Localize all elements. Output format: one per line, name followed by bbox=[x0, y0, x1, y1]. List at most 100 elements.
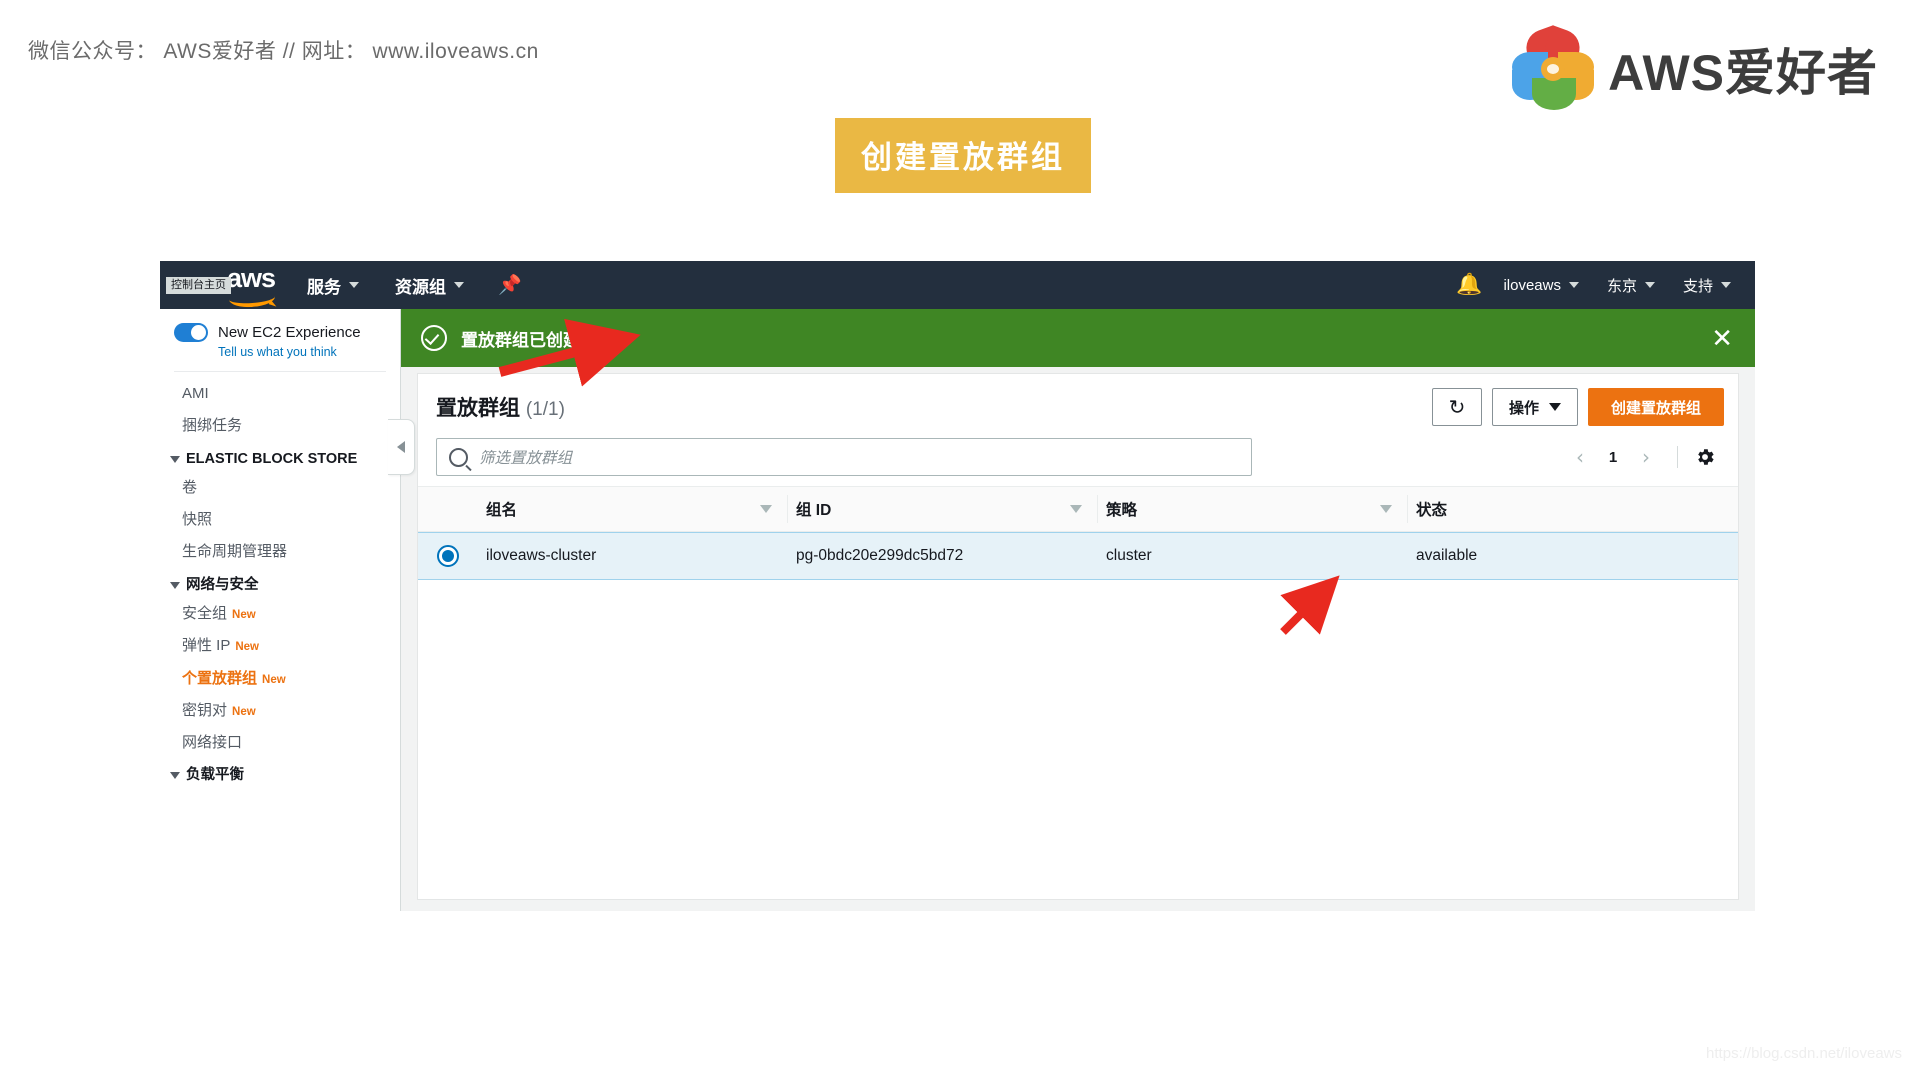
nav-account[interactable]: iloveaws bbox=[1489, 261, 1593, 309]
sidebar-item-8[interactable]: 弹性 IP New bbox=[160, 630, 400, 662]
column-header-1[interactable]: 组 ID bbox=[788, 487, 1098, 531]
refresh-icon: ↻ bbox=[1448, 396, 1466, 419]
watermark: https://blog.csdn.net/iloveaws bbox=[1706, 1045, 1902, 1062]
table-header-row: 组名 组 ID 策略 状态 bbox=[418, 486, 1738, 532]
new-experience-toggle-row[interactable]: New EC2 Experience bbox=[160, 309, 400, 342]
sidebar-group-2[interactable]: ELASTIC BLOCK STORE bbox=[160, 443, 400, 472]
chevron-down-icon bbox=[349, 282, 359, 288]
sidebar-item-list: AMI 捆绑任务 ELASTIC BLOCK STORE 卷快照生命周期管理器网络与安… bbox=[160, 372, 400, 789]
sidebar-item-5[interactable]: 生命周期管理器 bbox=[160, 536, 400, 568]
sidebar-item-label: 安全组 bbox=[182, 605, 228, 623]
chevron-left-icon bbox=[397, 441, 405, 453]
sidebar-group-6[interactable]: 网络与安全 bbox=[160, 569, 400, 598]
nav-region[interactable]: 东京 bbox=[1593, 261, 1669, 309]
sidebar-item-label: 弹性 IP bbox=[182, 637, 231, 655]
sidebar-item-1[interactable]: 捆绑任务 bbox=[160, 410, 400, 442]
aws-smile-icon bbox=[228, 287, 276, 309]
search-placeholder: 筛选置放群组 bbox=[479, 450, 573, 467]
column-header-2[interactable]: 策略 bbox=[1098, 487, 1408, 531]
chevron-down-icon bbox=[170, 581, 180, 589]
placement-groups-panel: 置放群组 (1/1) ↻ 操作 创建置放群组 筛选置放群组 ‹ 1 › 组名 组… bbox=[417, 373, 1739, 900]
sidebar-item-7[interactable]: 安全组 New bbox=[160, 598, 400, 630]
cell-policy: cluster bbox=[1106, 547, 1152, 564]
nav-resource-groups[interactable]: 资源组 bbox=[377, 261, 482, 309]
success-flash-banner: 置放群组已创建成功。 ✕ bbox=[401, 309, 1755, 367]
chevron-down-icon bbox=[1644, 282, 1655, 288]
sidebar-group-label: 网络与安全 bbox=[186, 576, 259, 593]
new-experience-label: New EC2 Experience bbox=[218, 324, 361, 341]
pagination-page-number: 1 bbox=[1608, 448, 1618, 466]
page-title: 置放群组 (1/1) bbox=[436, 392, 565, 422]
pagination: ‹ 1 › bbox=[1565, 446, 1724, 468]
panel-header: 置放群组 (1/1) ↻ 操作 创建置放群组 bbox=[418, 374, 1738, 432]
new-experience-toggle[interactable] bbox=[174, 323, 208, 342]
column-header-label: 状态 bbox=[1416, 502, 1448, 519]
panel-title-text: 置放群组 bbox=[436, 397, 520, 420]
refresh-button[interactable]: ↻ bbox=[1431, 388, 1482, 426]
search-row: 筛选置放群组 ‹ 1 › bbox=[418, 432, 1738, 486]
nav-region-label: 东京 bbox=[1606, 277, 1637, 295]
chevron-down-icon bbox=[1568, 282, 1579, 288]
sidebar-item-11[interactable]: 网络接口 bbox=[160, 727, 400, 759]
gear-icon[interactable] bbox=[1694, 446, 1716, 468]
row-select-cell[interactable] bbox=[418, 545, 478, 567]
sidebar-item-label: AMI bbox=[182, 385, 209, 402]
sidebar-collapse-handle[interactable] bbox=[388, 419, 415, 475]
wechat-contact-line: 微信公众号： AWS爱好者 // 网址： www.iloveaws.cn bbox=[28, 40, 539, 63]
nav-resource-groups-label: 资源组 bbox=[395, 277, 446, 297]
nav-account-label: iloveaws bbox=[1503, 276, 1561, 294]
sidebar-item-label: 生命周期管理器 bbox=[182, 543, 288, 561]
sidebar-item-3[interactable]: 卷 bbox=[160, 472, 400, 504]
actions-dropdown-button[interactable]: 操作 bbox=[1491, 388, 1578, 426]
new-badge: New bbox=[262, 673, 286, 686]
aws-console-window: 控制台主页 aws 服务 资源组 📌 🔔 iloveaws 东京 支持 New … bbox=[160, 261, 1755, 911]
flash-message: 置放群组已创建成功。 bbox=[461, 330, 631, 350]
column-header-label: 组名 bbox=[486, 502, 518, 519]
chevron-down-icon bbox=[1548, 403, 1561, 411]
cell-status: available bbox=[1416, 547, 1478, 564]
brand-logo: AWS爱好者 bbox=[1512, 25, 1878, 110]
success-check-icon bbox=[421, 325, 447, 351]
console-home-tooltip: 控制台主页 bbox=[166, 276, 231, 294]
nav-services[interactable]: 服务 bbox=[289, 261, 377, 309]
row-radio-selected[interactable] bbox=[437, 545, 459, 567]
bell-icon[interactable]: 🔔 bbox=[1449, 273, 1489, 297]
brand-name: AWS爱好者 bbox=[1608, 45, 1878, 101]
nav-support[interactable]: 支持 bbox=[1669, 261, 1745, 309]
pagination-prev-button[interactable]: ‹ bbox=[1565, 447, 1595, 467]
actions-label: 操作 bbox=[1508, 399, 1539, 417]
sidebar-item-4[interactable]: 快照 bbox=[160, 504, 400, 536]
sort-icon[interactable] bbox=[1380, 505, 1392, 513]
page-header: 微信公众号： AWS爱好者 // 网址： www.iloveaws.cn AWS… bbox=[0, 0, 1920, 193]
column-header-3[interactable]: 状态 bbox=[1408, 487, 1608, 531]
flower-logo-icon bbox=[1512, 25, 1595, 110]
sort-icon[interactable] bbox=[1070, 505, 1082, 513]
sort-icon[interactable] bbox=[760, 505, 772, 513]
create-placement-group-button[interactable]: 创建置放群组 bbox=[1587, 388, 1724, 426]
sidebar-item-9[interactable]: 个置放群组 New bbox=[160, 663, 400, 695]
column-header-label: 策略 bbox=[1106, 502, 1138, 519]
close-icon[interactable]: ✕ bbox=[1711, 325, 1733, 351]
sidebar-item-10[interactable]: 密钥对 New bbox=[160, 695, 400, 727]
column-header-0[interactable]: 组名 bbox=[478, 487, 788, 531]
sidebar-item-label: 卷 bbox=[182, 478, 198, 496]
panel-count: (1/1) bbox=[525, 399, 565, 420]
sidebar-item-0[interactable]: AMI bbox=[160, 378, 400, 410]
nav-right-group: 🔔 iloveaws 东京 支持 bbox=[1449, 261, 1745, 309]
console-body: New EC2 Experience Tell us what you thin… bbox=[160, 309, 1755, 911]
feedback-link[interactable]: Tell us what you think bbox=[160, 342, 400, 359]
chevron-down-icon bbox=[1721, 282, 1731, 288]
pin-icon[interactable]: 📌 bbox=[482, 273, 538, 297]
placement-groups-table: 组名 组 ID 策略 状态 iloveaws-cluster pg-0bdc20e299… bbox=[418, 486, 1738, 580]
pagination-next-button[interactable]: › bbox=[1631, 447, 1661, 467]
sidebar-group-12[interactable]: 负载平衡 bbox=[160, 759, 400, 788]
search-input[interactable]: 筛选置放群组 bbox=[436, 438, 1252, 476]
table-row[interactable]: iloveaws-cluster pg-0bdc20e299dc5bd72 clus… bbox=[418, 532, 1738, 580]
table-body: iloveaws-cluster pg-0bdc20e299dc5bd72 clus… bbox=[418, 532, 1738, 580]
chevron-down-icon bbox=[454, 282, 464, 288]
panel-actions: ↻ 操作 创建置放群组 bbox=[1431, 388, 1724, 426]
chevron-down-icon bbox=[170, 455, 180, 463]
ec2-sidebar: New EC2 Experience Tell us what you thin… bbox=[160, 309, 401, 911]
nav-support-label: 支持 bbox=[1682, 277, 1713, 295]
pagination-divider bbox=[1677, 446, 1678, 468]
